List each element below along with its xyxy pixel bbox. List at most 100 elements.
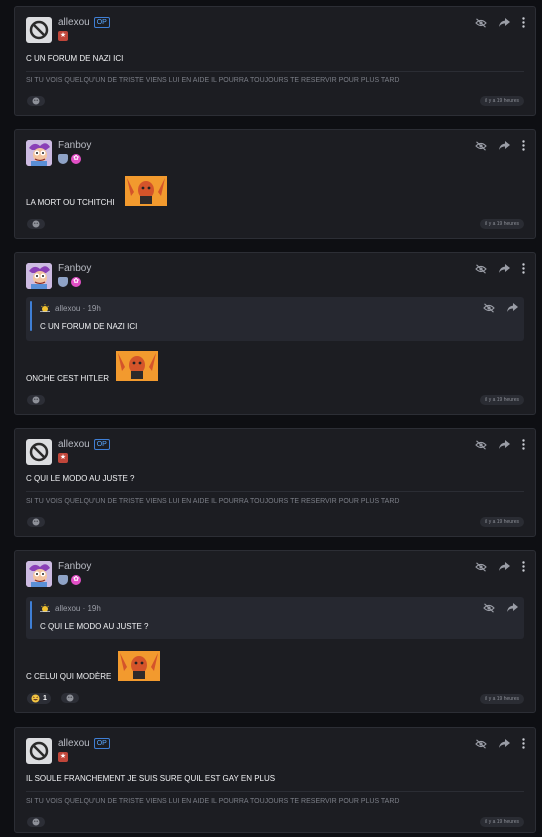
add-reaction-icon — [32, 220, 40, 228]
post-4: allexou OP ★ C QUI LE MODO AU JUSTE ? SI … — [14, 428, 536, 537]
share-arrow-icon[interactable] — [499, 562, 510, 571]
add-reaction-button[interactable] — [27, 395, 45, 405]
avatar[interactable] — [26, 17, 52, 43]
sticker-image — [125, 176, 167, 206]
post-signature: SI TU VOIS QUELQU'UN DE TRISTE VIENS LUI… — [26, 498, 400, 505]
post-content: LA MORT OU TCHITCHI — [26, 198, 115, 207]
add-reaction-button[interactable] — [27, 817, 45, 827]
post-timestamp: il y a 19 heures — [480, 817, 524, 827]
username[interactable]: Fanboy — [58, 561, 91, 573]
post-actions — [475, 263, 525, 274]
quote-text: C QUI LE MODO AU JUSTE ? — [40, 622, 149, 631]
op-badge: OP — [93, 439, 110, 450]
add-reaction-button[interactable] — [27, 219, 45, 229]
username[interactable]: allexou OP — [58, 738, 110, 750]
sticker-image — [118, 651, 160, 681]
quote-header: allexou · 19h — [40, 304, 101, 314]
more-vertical-icon[interactable] — [522, 17, 525, 28]
quote-author: allexou — [55, 304, 81, 313]
quote-header: allexou · 19h — [40, 604, 101, 614]
add-reaction-button[interactable] — [27, 96, 45, 106]
sticker-image — [116, 351, 158, 381]
hide-eye-icon[interactable] — [483, 303, 495, 313]
post-actions — [475, 561, 525, 572]
hide-eye-icon[interactable] — [483, 603, 495, 613]
hide-eye-icon[interactable] — [475, 140, 487, 151]
avatar[interactable] — [26, 738, 52, 764]
avatar[interactable] — [26, 263, 52, 289]
post-timestamp: il y a 19 heures — [480, 694, 524, 704]
add-reaction-icon — [32, 97, 40, 105]
hide-eye-icon[interactable] — [475, 439, 487, 450]
more-vertical-icon[interactable] — [522, 263, 525, 274]
op-badge: OP — [93, 738, 110, 749]
sun-icon — [40, 604, 50, 612]
op-badge: OP — [93, 17, 110, 28]
more-vertical-icon[interactable] — [522, 439, 525, 450]
hide-eye-icon[interactable] — [475, 561, 487, 572]
signature-divider — [26, 791, 524, 792]
username-text: allexou — [58, 17, 90, 28]
hide-eye-icon[interactable] — [475, 738, 487, 749]
signature-divider — [26, 491, 524, 492]
shield-badge-icon — [58, 154, 68, 164]
post-signature: SI TU VOIS QUELQU'UN DE TRISTE VIENS LUI… — [26, 798, 400, 805]
hide-eye-icon[interactable] — [475, 17, 487, 28]
more-vertical-icon[interactable] — [522, 140, 525, 151]
add-reaction-icon — [32, 518, 40, 526]
post-timestamp: il y a 19 heures — [480, 219, 524, 229]
avatar-image — [26, 561, 52, 587]
share-arrow-icon[interactable] — [499, 264, 510, 273]
post-content: C UN FORUM DE NAZI ICI — [26, 54, 124, 63]
more-vertical-icon[interactable] — [522, 561, 525, 572]
quoted-message[interactable]: allexou · 19h C QUI LE MODO AU JUSTE ? — [26, 597, 524, 639]
avatar[interactable] — [26, 561, 52, 587]
laugh-emoji-icon — [31, 694, 40, 703]
quote-author: allexou — [55, 604, 81, 613]
post-content: C QUI LE MODO AU JUSTE ? — [26, 474, 135, 483]
username[interactable]: Fanboy — [58, 263, 91, 275]
user-badges: ★ — [58, 453, 68, 463]
flower-badge-icon: ✿ — [71, 154, 81, 164]
flower-badge-icon: ✿ — [71, 277, 81, 287]
post-actions — [475, 17, 525, 28]
more-vertical-icon[interactable] — [522, 738, 525, 749]
avatar[interactable] — [26, 439, 52, 465]
rank-badge-icon: ★ — [58, 31, 68, 41]
post-6: allexou OP ★ IL SOULE FRANCHEMENT JE SUIS… — [14, 727, 536, 833]
user-badges: ★ — [58, 752, 68, 762]
post-timestamp: il y a 19 heures — [480, 96, 524, 106]
post-actions — [475, 738, 525, 749]
hide-eye-icon[interactable] — [475, 263, 487, 274]
username[interactable]: allexou OP — [58, 17, 110, 29]
post-content: IL SOULE FRANCHEMENT JE SUIS SURE QUIL E… — [26, 774, 276, 783]
add-reaction-button[interactable] — [61, 693, 79, 703]
share-arrow-icon[interactable] — [507, 603, 518, 612]
shield-badge-icon — [58, 575, 68, 585]
share-arrow-icon[interactable] — [499, 141, 510, 150]
username[interactable]: allexou OP — [58, 439, 110, 451]
user-badges: ★ — [58, 31, 68, 41]
avatar[interactable] — [26, 140, 52, 166]
username-text: allexou — [58, 439, 90, 450]
quoted-message[interactable]: allexou · 19h C UN FORUM DE NAZI ICI — [26, 297, 524, 341]
post-timestamp: il y a 19 heures — [480, 517, 524, 527]
share-arrow-icon[interactable] — [507, 303, 518, 312]
username-text: allexou — [58, 738, 90, 749]
share-arrow-icon[interactable] — [499, 18, 510, 27]
post-2: Fanboy ✿ LA MORT OU TCHITCHI il y a 19 h… — [14, 129, 536, 239]
share-arrow-icon[interactable] — [499, 440, 510, 449]
quote-actions — [483, 303, 518, 313]
quote-time: 19h — [87, 604, 101, 613]
reaction-laugh-button[interactable]: 1 — [27, 693, 51, 704]
share-arrow-icon[interactable] — [499, 739, 510, 748]
rank-badge-icon: ★ — [58, 752, 68, 762]
add-reaction-button[interactable] — [27, 517, 45, 527]
post-signature: SI TU VOIS QUELQU'UN DE TRISTE VIENS LUI… — [26, 77, 400, 84]
post-actions — [475, 140, 525, 151]
shield-badge-icon — [58, 277, 68, 287]
user-badges: ✿ — [58, 277, 81, 287]
user-badges: ✿ — [58, 154, 81, 164]
username[interactable]: Fanboy — [58, 140, 91, 152]
rank-badge-icon: ★ — [58, 453, 68, 463]
